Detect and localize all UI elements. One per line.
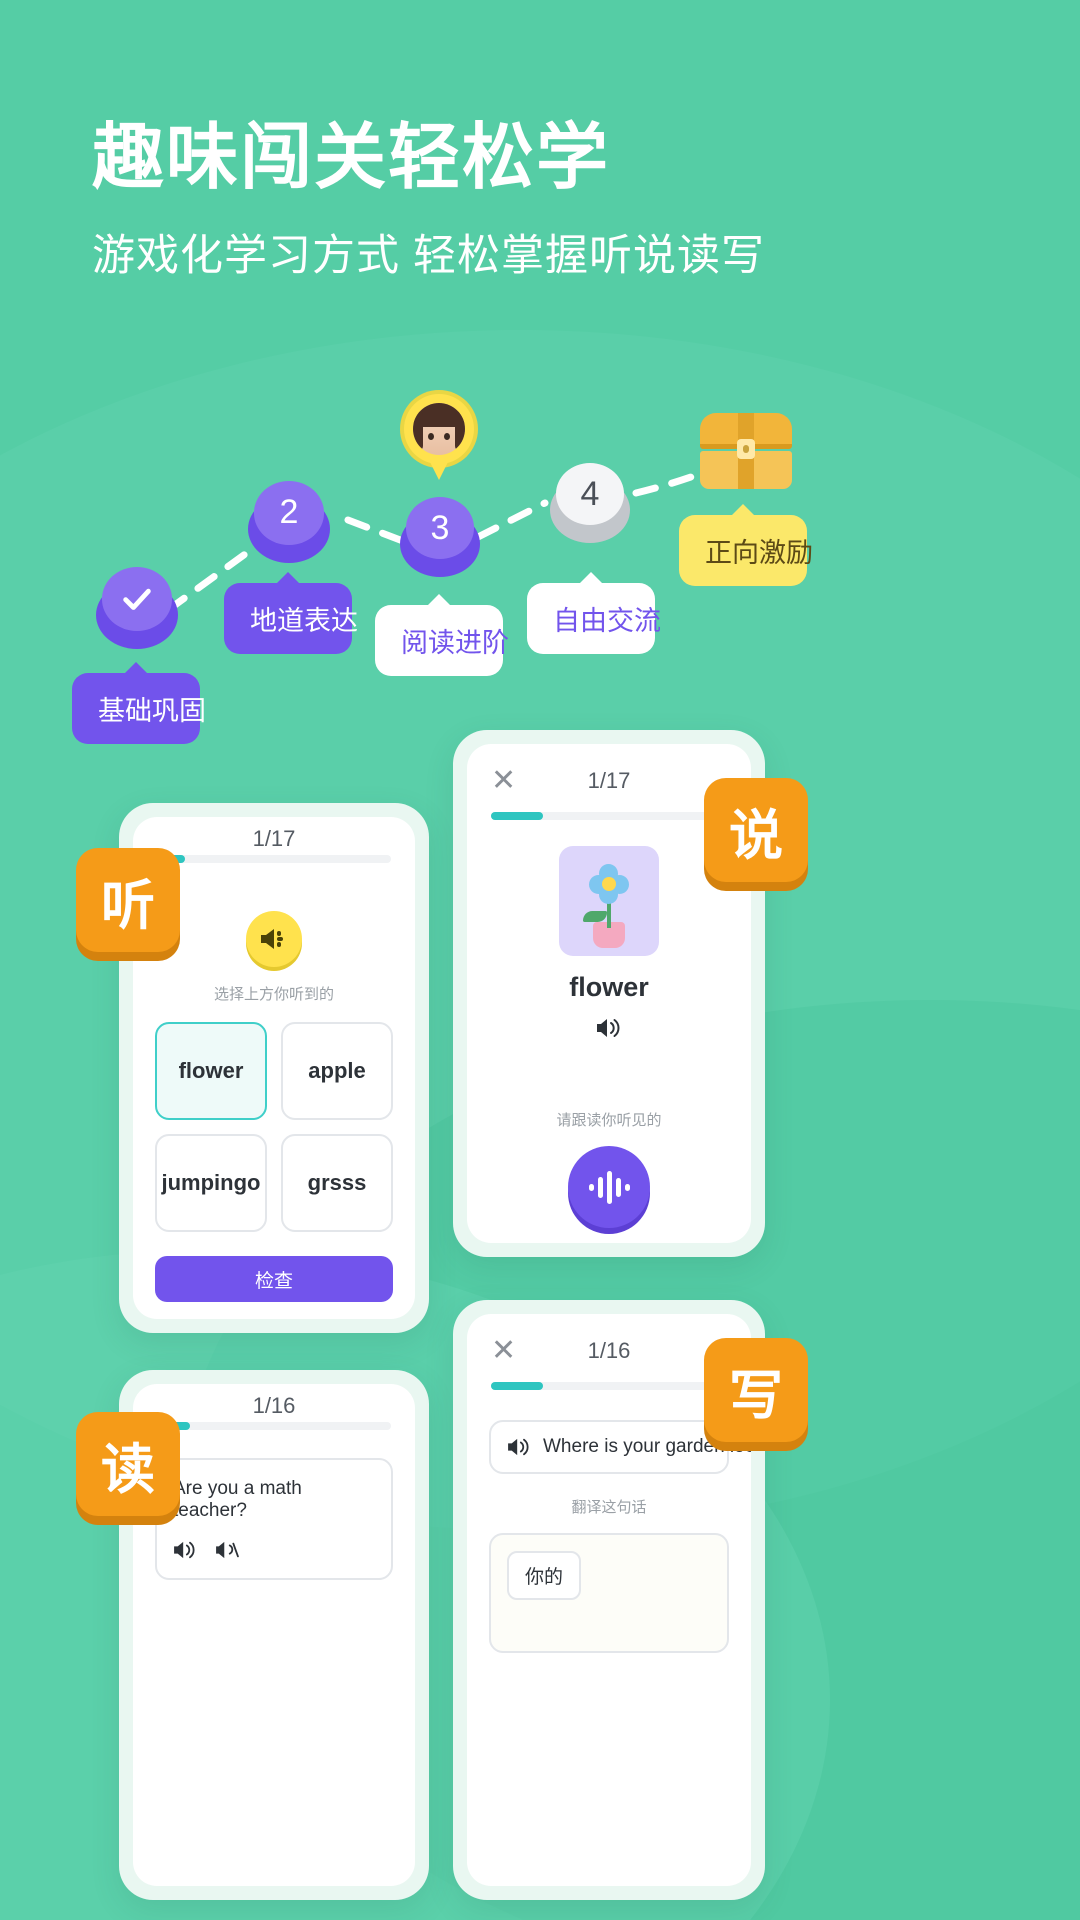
level-node-2[interactable]: 2 bbox=[248, 481, 330, 563]
speaker-icon[interactable] bbox=[246, 911, 302, 967]
node-top: 2 bbox=[253, 481, 325, 545]
page-subtitle: 游戏化学习方式 轻松掌握听说读写 bbox=[92, 231, 765, 280]
speak-word: flower bbox=[569, 972, 649, 1002]
speaker-icon[interactable] bbox=[467, 1017, 751, 1039]
listen-progress-bar bbox=[157, 855, 391, 863]
level-chip-5[interactable]: 正向激励 bbox=[679, 504, 813, 586]
reading-audio-controls bbox=[173, 1540, 375, 1560]
option-4[interactable]: grsss bbox=[281, 1134, 393, 1232]
chest-lock-dot bbox=[743, 445, 749, 453]
speak-progress-fill bbox=[491, 812, 543, 820]
avatar-eye-left bbox=[428, 433, 434, 440]
read-header: 1/16 bbox=[133, 1384, 415, 1418]
listen-options: flower apple jumpingo grsss bbox=[133, 1004, 415, 1232]
reading-sentence: Are you a math teacher? bbox=[173, 1478, 302, 1521]
option-2[interactable]: apple bbox=[281, 1022, 393, 1120]
read-progress-bar bbox=[157, 1422, 391, 1430]
flower-head-shape bbox=[589, 864, 629, 904]
page-title: 趣味闯关轻松学 bbox=[92, 118, 611, 198]
speaker-glyph bbox=[261, 929, 283, 949]
avatar-hair-left bbox=[413, 411, 423, 451]
write-progress-bar bbox=[491, 1382, 727, 1390]
skill-badge-read: 读 bbox=[76, 1412, 180, 1516]
speaker-icon[interactable] bbox=[173, 1540, 197, 1560]
turtle-slow-icon[interactable] bbox=[215, 1540, 239, 1560]
level-node-3[interactable]: 3 bbox=[400, 497, 480, 577]
avatar-hair-right bbox=[455, 411, 465, 451]
level-chip-3[interactable]: 阅读进阶 bbox=[375, 594, 509, 676]
avatar bbox=[413, 403, 465, 455]
speaker-glyph bbox=[597, 1019, 620, 1037]
close-icon[interactable]: ✕ bbox=[491, 1336, 525, 1366]
writing-hint: 翻译这句话 bbox=[571, 1499, 647, 1516]
speaker-icon[interactable] bbox=[507, 1437, 531, 1457]
listen-header: 1/17 bbox=[133, 817, 415, 851]
writing-answer-area[interactable]: 你的 bbox=[489, 1533, 729, 1653]
option-1[interactable]: flower bbox=[155, 1022, 267, 1120]
level-node-4[interactable]: 4 bbox=[550, 463, 630, 543]
promo-page: 趣味闯关轻松学 游戏化学习方式 轻松掌握听说读写 2 3 4 基础巩固 地道表达… bbox=[0, 0, 1080, 1920]
speak-progress-bar bbox=[491, 812, 727, 820]
flower-illustration bbox=[559, 846, 659, 956]
level-chip-2[interactable]: 地道表达 bbox=[224, 572, 358, 654]
level-chip-4[interactable]: 自由交流 bbox=[527, 572, 661, 654]
skill-badge-listen: 听 bbox=[76, 848, 180, 952]
read-counter: 1/16 bbox=[252, 1393, 296, 1418]
check-icon bbox=[123, 588, 151, 610]
write-progress-fill bbox=[491, 1382, 543, 1390]
option-3[interactable]: jumpingo bbox=[155, 1134, 267, 1232]
node-top bbox=[101, 567, 173, 631]
listen-counter: 1/17 bbox=[252, 826, 296, 851]
voice-wave-icon[interactable] bbox=[568, 1146, 650, 1228]
close-icon[interactable]: ✕ bbox=[491, 766, 525, 796]
voice-wave-glyph bbox=[589, 1171, 630, 1204]
reading-sentence-card[interactable]: Are you a math teacher? bbox=[155, 1458, 393, 1580]
leaf-shape bbox=[583, 911, 607, 922]
avatar-eye-right bbox=[444, 433, 450, 440]
level-path: 2 3 4 基础巩固 地道表达 阅读进阶 自由交流 正向激励 bbox=[0, 394, 1080, 755]
level-node-1[interactable] bbox=[96, 567, 178, 649]
writing-question-card[interactable]: Where is your garden located? bbox=[489, 1420, 751, 1474]
flower-core bbox=[602, 877, 616, 891]
skill-badge-speak: 说 bbox=[704, 778, 808, 882]
answer-token[interactable]: 你的 bbox=[507, 1551, 582, 1600]
listen-hint: 选择上方你听到的 bbox=[213, 986, 334, 1003]
treasure-chest-icon bbox=[700, 413, 792, 489]
speak-hint: 请跟读你听见的 bbox=[556, 1112, 662, 1129]
check-button[interactable]: 检查 bbox=[155, 1256, 393, 1302]
avatar-pin-icon bbox=[404, 394, 474, 484]
hero-text: 趣味闯关轻松学 游戏化学习方式 轻松掌握听说读写 bbox=[92, 118, 765, 283]
level-chip-1[interactable]: 基础巩固 bbox=[72, 662, 206, 744]
skill-badge-write: 写 bbox=[704, 1338, 808, 1442]
